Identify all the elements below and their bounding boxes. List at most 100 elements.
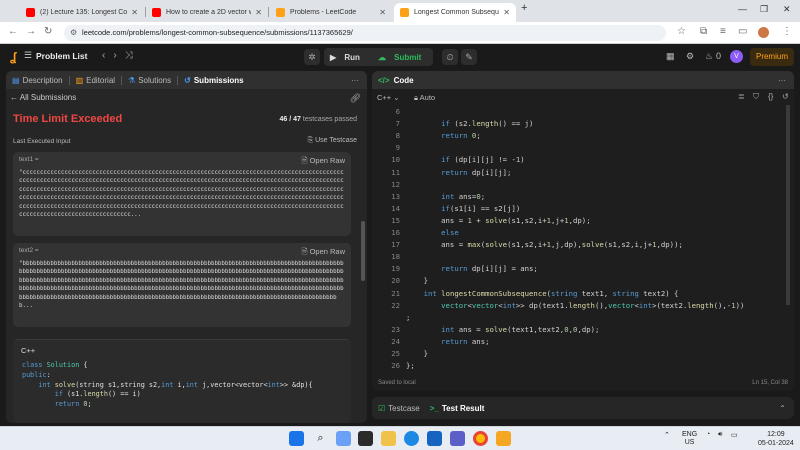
teams-icon[interactable] — [450, 431, 465, 446]
code-line[interactable]: } — [406, 276, 428, 285]
code-line[interactable]: return dp[i][j] = ans; — [406, 264, 538, 273]
language-indicator[interactable]: ENG US — [682, 431, 697, 447]
code-icon: </> — [378, 75, 390, 85]
left-panel: ▤ Description ▥ Editorial ⚗ Solutions ↺ Subm… — [6, 71, 367, 423]
braces-icon[interactable]: {} — [768, 92, 773, 101]
file-explorer-icon[interactable] — [381, 431, 396, 446]
sidepanel-icon[interactable]: ▭ — [738, 26, 747, 37]
tab-submissions[interactable]: ↺ Submissions — [184, 76, 244, 85]
debug-icon[interactable]: ✲ — [304, 49, 320, 65]
code-line[interactable]: if (dp[i][j] != -1) — [406, 155, 525, 164]
code-line[interactable]: else — [406, 228, 459, 237]
address-bar[interactable]: ⚙ leetcode.com/problems/longest-common-s… — [64, 25, 666, 41]
code-line[interactable]: ans = 1 + solve(s1,s2,i+1,j+1,dp); — [406, 216, 590, 225]
premium-button[interactable]: Premium — [750, 48, 794, 66]
volume-icon[interactable]: 🔊︎ — [718, 431, 722, 439]
left-scrollbar[interactable] — [361, 221, 365, 281]
bookmark-icon[interactable]: ⛉ — [753, 92, 759, 102]
tab-testcase[interactable]: ☑ Testcase — [378, 404, 420, 413]
code-line[interactable]: }; — [406, 361, 415, 370]
sublime-icon[interactable] — [496, 431, 511, 446]
close-tab-icon[interactable]: ✕ — [503, 8, 510, 17]
code-line[interactable]: } — [406, 349, 428, 358]
share-link-icon[interactable]: 🔗︎ — [350, 93, 361, 104]
prev-next-arrows[interactable]: ‹›⤨ — [102, 50, 141, 61]
forward-icon[interactable]: → — [26, 26, 36, 37]
code-line[interactable]: int ans = solve(text1,text2,0,0,dp); — [406, 325, 599, 334]
tab-title: Longest Common Subsequence — [414, 9, 499, 16]
store-icon[interactable] — [427, 431, 442, 446]
back-icon[interactable]: ← — [8, 26, 18, 37]
reload-icon[interactable]: ↻ — [44, 26, 52, 37]
code-line[interactable]: ans = max(solve(s1,s2,i+1,j,dp),solve(s1… — [406, 240, 683, 249]
chrome-icon[interactable] — [473, 431, 488, 446]
browser-tab-youtube-2d-vector[interactable]: How to create a 2D vector with ✕ — [146, 3, 268, 22]
submit-button[interactable]: ☁ Submit — [372, 53, 433, 62]
tab-test-result[interactable]: >_ Test Result — [430, 404, 485, 413]
code-line[interactable]: return ans; — [406, 337, 489, 346]
edge-icon[interactable] — [404, 431, 419, 446]
reading-list-icon[interactable]: ≡ — [720, 26, 726, 37]
code-line[interactable]: int ans=0; — [406, 192, 485, 201]
notes-icon[interactable]: ✎ — [461, 49, 477, 65]
code-line[interactable]: return dp[i][j]; — [406, 168, 511, 177]
line-number: 23 — [391, 324, 400, 334]
expand-icon[interactable]: ⌃ — [779, 404, 786, 413]
more-options-icon[interactable]: ⋯ — [778, 76, 786, 85]
minimize-icon[interactable]: — — [738, 4, 747, 14]
tab-editorial[interactable]: ▥ Editorial — [76, 76, 115, 85]
site-info-icon[interactable]: ⚙ — [70, 25, 77, 41]
code-editor[interactable]: 6 7 if (s2.length() == j) 8 return 0; 9 10 i… — [372, 107, 794, 370]
close-window-icon[interactable]: ✕ — [783, 4, 791, 15]
copilot-icon[interactable] — [336, 431, 351, 446]
reset-icon[interactable]: ↺ — [782, 92, 789, 101]
new-tab-button[interactable]: + — [521, 2, 527, 14]
browser-tab-problems[interactable]: Problems - LeetCode ✕ — [270, 3, 392, 22]
clock[interactable]: 12:09 05-01-2024 — [758, 430, 794, 448]
code-line[interactable]: ; — [406, 313, 410, 322]
use-testcase-button[interactable]: ⎘ Use Testcase — [308, 137, 357, 145]
code-line[interactable]: if(s1[i] == s2[j]) — [406, 204, 520, 213]
maximize-icon[interactable]: ❐ — [760, 4, 768, 15]
close-tab-icon[interactable]: ✕ — [379, 8, 386, 17]
problem-list-link[interactable]: Problem List — [36, 51, 87, 61]
timer-icon[interactable]: ⏲ — [442, 49, 458, 65]
language-select[interactable]: C++ ⌄ — [377, 93, 400, 102]
tray-chevron-icon[interactable]: ⌃ — [664, 431, 670, 439]
input-value: "ccccccccccccccccccccccccccccccccccccccc… — [19, 170, 344, 219]
battery-icon[interactable]: ▭ — [731, 431, 738, 439]
search-icon[interactable]: ⌕ — [313, 431, 328, 446]
profile-avatar[interactable] — [758, 27, 769, 38]
tab-solutions[interactable]: ⚗ Solutions — [128, 76, 171, 85]
open-raw-button[interactable]: 🗎 Open Raw — [301, 246, 345, 259]
auto-format-toggle[interactable]: 🔒︎ Auto — [414, 93, 435, 103]
browser-tab-lcs-active[interactable]: Longest Common Subsequence ✕ — [394, 3, 516, 22]
code-line[interactable]: int longestCommonSubsequence(string text… — [406, 289, 679, 298]
open-raw-button[interactable]: 🗎 Open Raw — [301, 155, 345, 168]
run-button[interactable]: ▶ Run — [324, 53, 372, 62]
tab-description[interactable]: ▤ Description — [12, 76, 63, 85]
editor-scrollbar[interactable] — [786, 105, 790, 305]
wifi-icon[interactable]: ◔ — [706, 431, 710, 438]
close-tab-icon[interactable]: ✕ — [131, 8, 138, 17]
task-view-icon[interactable] — [358, 431, 373, 446]
user-avatar[interactable]: V — [730, 50, 743, 63]
code-line[interactable]: vector<vector<int>> dp(text1.length(),ve… — [406, 301, 744, 310]
extensions-icon[interactable]: ⧉ — [700, 26, 707, 37]
fire-streak-icon[interactable]: ♨ — [705, 51, 713, 62]
bookmark-star-icon[interactable]: ☆ — [677, 26, 686, 37]
format-icon[interactable]: ≣ — [738, 92, 745, 101]
windows-start-icon[interactable] — [289, 431, 304, 446]
browser-tab-youtube-lecture[interactable]: (2) Lecture 135: Longest Comm ✕ — [20, 3, 144, 22]
code-line[interactable]: if (s2.length() == j) — [406, 119, 533, 128]
leetcode-logo-icon[interactable]: ʆ — [10, 50, 22, 64]
close-tab-icon[interactable]: ✕ — [255, 8, 262, 17]
more-options-icon[interactable]: ⋯ — [351, 76, 359, 85]
line-number: 20 — [391, 276, 400, 286]
all-submissions-link[interactable]: ← All Submissions — [10, 93, 76, 102]
layout-grid-icon[interactable]: ▦ — [666, 51, 675, 62]
browser-menu-icon[interactable]: ⋮ — [782, 26, 792, 37]
settings-gear-icon[interactable]: ⚙ — [686, 51, 694, 62]
book-icon: ▥ — [75, 75, 84, 85]
code-line[interactable]: return 0; — [406, 131, 481, 140]
